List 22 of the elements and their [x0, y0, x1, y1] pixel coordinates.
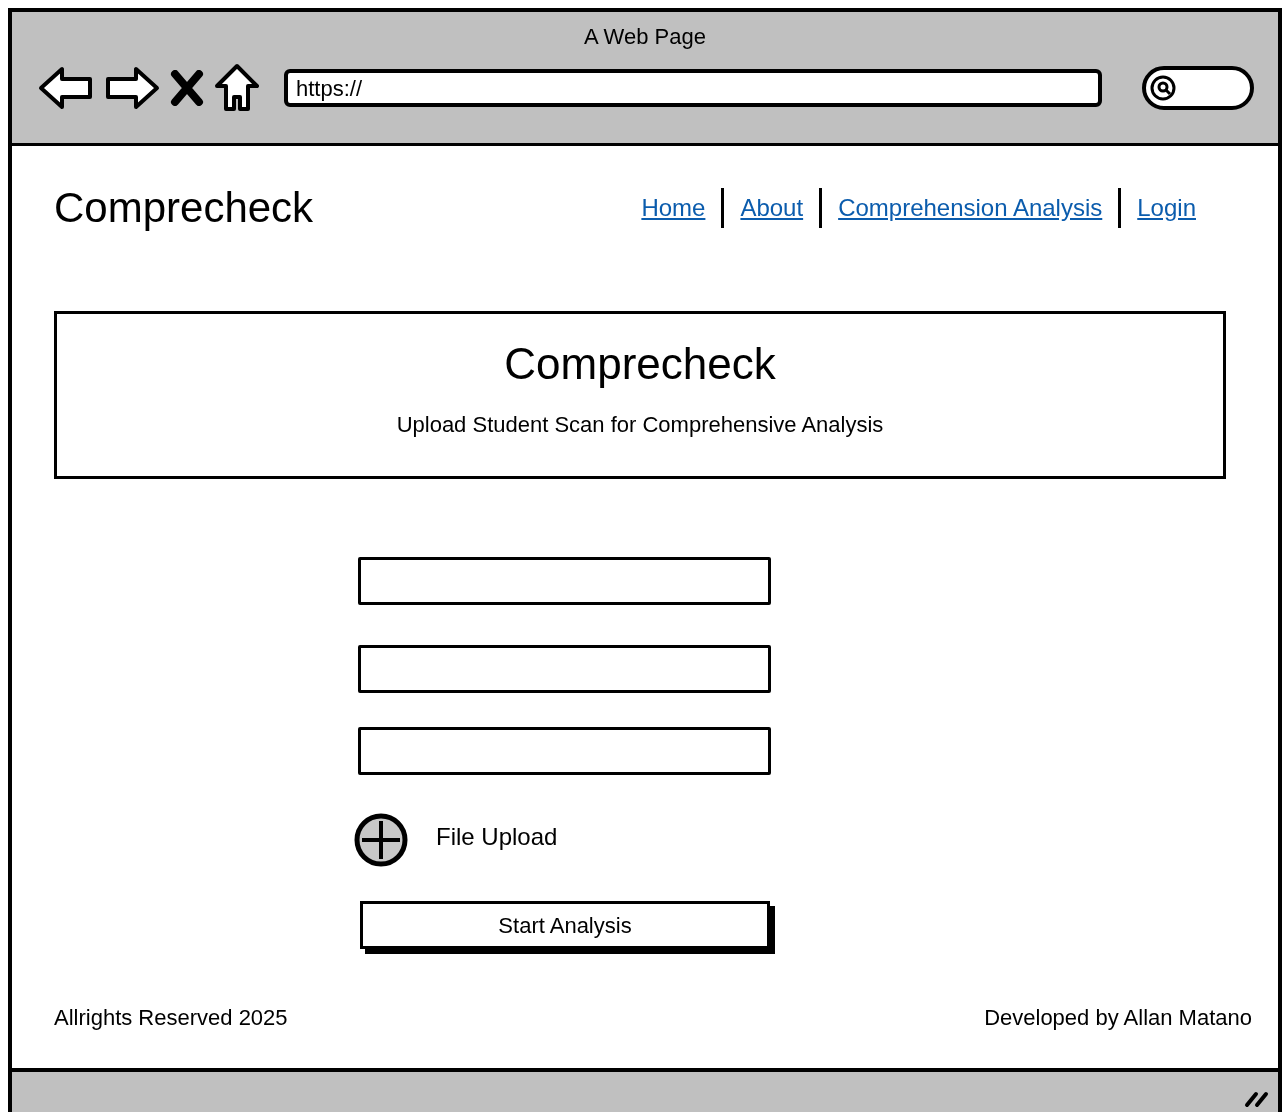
- input-field[interactable]: [358, 727, 771, 775]
- forward-arrow-icon[interactable]: [104, 65, 160, 111]
- search-field[interactable]: [1142, 66, 1254, 110]
- copyright-text: Allrights Reserved 2025: [54, 1004, 288, 1032]
- close-icon[interactable]: [170, 70, 204, 106]
- hero-subtitle: Upload Student Scan for Comprehensive Analysis: [396, 411, 884, 439]
- back-arrow-icon[interactable]: [38, 65, 94, 111]
- search-icon: [1150, 75, 1176, 101]
- input-field[interactable]: [358, 557, 771, 605]
- plus-circle-icon[interactable]: [354, 813, 408, 867]
- nav-link[interactable]: Home: [641, 189, 706, 226]
- window-title: A Web Page: [584, 23, 706, 51]
- nav-link[interactable]: About: [740, 189, 804, 226]
- input-field[interactable]: [358, 645, 771, 693]
- site-logo: Comprecheck: [54, 183, 314, 233]
- nav-link[interactable]: Comprehension Analysis: [838, 189, 1103, 226]
- developer-credit: Developed by Allan Matano: [984, 1004, 1252, 1032]
- hero-title: Comprecheck: [504, 342, 776, 386]
- address-bar[interactable]: https://: [284, 69, 1102, 107]
- upload-label: File Upload: [436, 822, 558, 852]
- nav-link[interactable]: Login: [1137, 189, 1196, 226]
- home-icon[interactable]: [214, 63, 260, 113]
